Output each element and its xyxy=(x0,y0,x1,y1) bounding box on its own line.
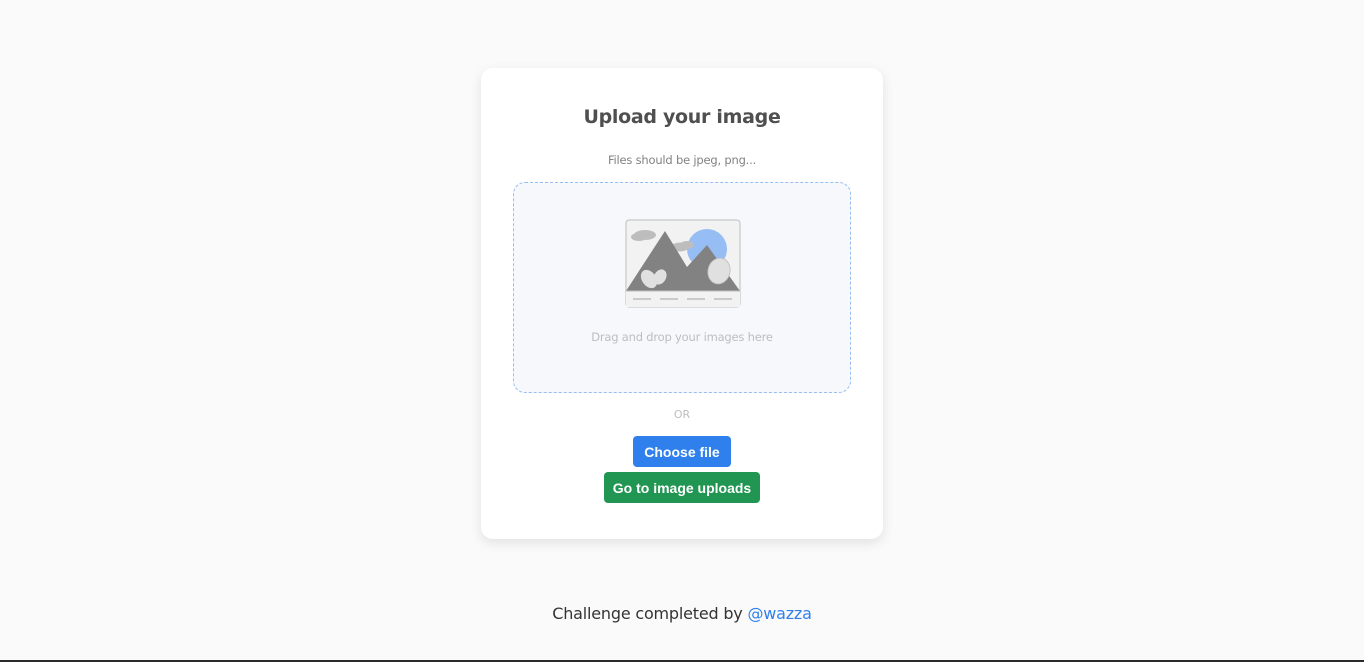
choose-file-button[interactable]: Choose file xyxy=(633,436,731,467)
page: Upload your image Files should be jpeg, … xyxy=(0,0,1364,662)
footer-prefix: Challenge completed by xyxy=(552,604,748,623)
footer-credit: Challenge completed by @wazza xyxy=(0,604,1364,623)
card-subtitle: Files should be jpeg, png... xyxy=(607,153,757,167)
card-title: Upload your image xyxy=(583,106,781,128)
upload-card: Upload your image Files should be jpeg, … xyxy=(481,68,883,539)
go-to-uploads-button[interactable]: Go to image uploads xyxy=(604,472,760,503)
dropzone-hint: Drag and drop your images here xyxy=(591,330,773,344)
author-link[interactable]: @wazza xyxy=(747,604,811,623)
drop-zone[interactable]: Drag and drop your images here xyxy=(513,182,851,393)
or-separator: OR xyxy=(673,408,691,421)
image-placeholder-icon xyxy=(625,219,741,308)
